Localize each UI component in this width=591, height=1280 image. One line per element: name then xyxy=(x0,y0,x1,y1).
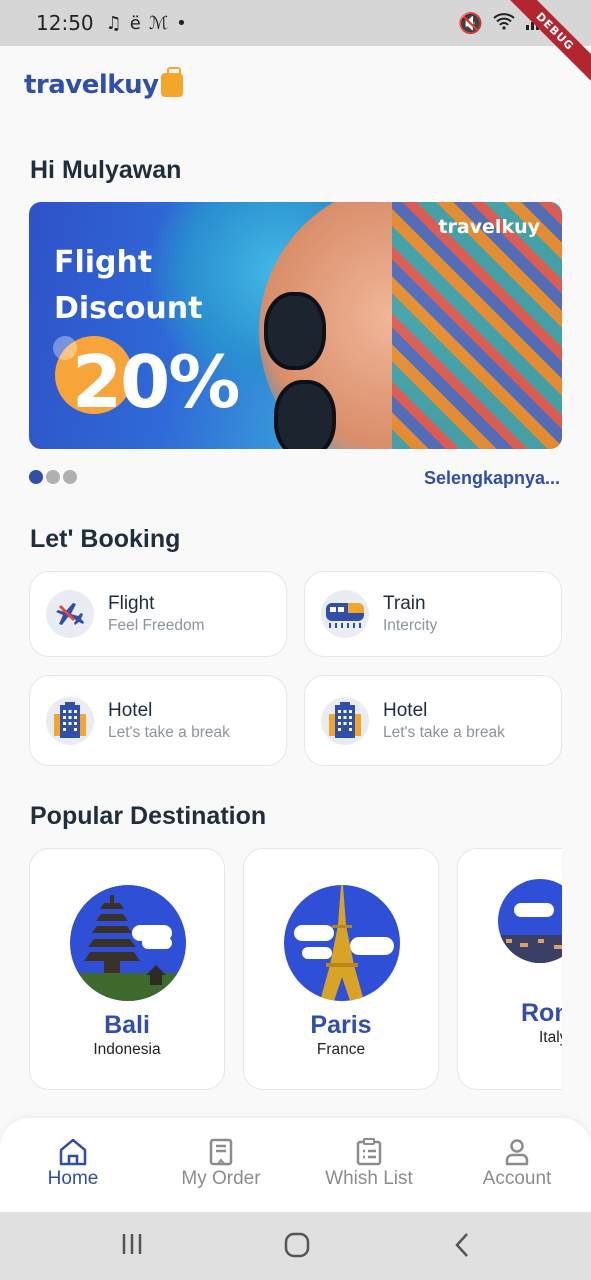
booking-section-title: Let' Booking xyxy=(30,525,181,553)
app-logo: travelkuy xyxy=(24,67,183,100)
booking-card-hotel[interactable]: Hotel Let's take a break xyxy=(29,675,287,766)
signal-icon xyxy=(525,11,543,35)
destination-country: France xyxy=(316,1041,366,1058)
popular-section-title: Popular Destination xyxy=(30,802,267,830)
home-system-button[interactable] xyxy=(284,1232,310,1263)
rome-city-image xyxy=(498,879,562,963)
booking-card-flight[interactable]: Flight Feel Freedom xyxy=(29,571,287,657)
carousel-indicator xyxy=(29,470,77,484)
destination-country: Indonesia xyxy=(93,1041,161,1058)
see-more-link[interactable]: Selengkapnya... xyxy=(424,468,560,489)
train-icon xyxy=(321,590,369,638)
system-status-icons: 🔇 xyxy=(458,11,543,35)
person-icon xyxy=(505,1139,529,1166)
destination-card-paris[interactable]: Paris France xyxy=(243,848,439,1090)
destination-name: Bali xyxy=(104,1011,150,1039)
system-navigation-bar xyxy=(0,1212,591,1280)
clipboard-list-icon xyxy=(356,1138,382,1166)
booking-card-hotel-2[interactable]: Hotel Let's take a break xyxy=(304,675,562,766)
carousel-dot[interactable] xyxy=(46,470,60,484)
destination-name: Paris xyxy=(310,1011,372,1039)
banner-title: Flight Discount xyxy=(54,245,203,326)
nav-account[interactable]: Account xyxy=(457,1138,577,1190)
destination-carousel[interactable]: Bali Indonesia Paris France Rome Italy xyxy=(29,848,562,1092)
notification-icons: ♫ ë ℳ • xyxy=(106,13,187,34)
back-button[interactable] xyxy=(452,1232,472,1263)
nav-wish-list[interactable]: Whish List xyxy=(309,1138,429,1190)
bali-temple-image xyxy=(70,885,186,1001)
carousel-dot[interactable] xyxy=(63,470,77,484)
mute-icon: 🔇 xyxy=(458,11,483,35)
promo-banner[interactable]: travelkuy Flight Discount 20% xyxy=(29,202,562,449)
banner-brand: travelkuy xyxy=(438,216,540,238)
nav-home[interactable]: Home xyxy=(13,1138,133,1190)
booking-card-train[interactable]: Train Intercity xyxy=(304,571,562,657)
carousel-dot[interactable] xyxy=(29,470,43,484)
nav-my-order[interactable]: My Order xyxy=(161,1138,281,1190)
more-dot-icon: • xyxy=(176,12,187,34)
suitcase-icon xyxy=(160,67,183,97)
home-icon xyxy=(59,1138,87,1166)
eiffel-tower-image xyxy=(284,885,400,1001)
destination-card-rome[interactable]: Rome Italy xyxy=(457,848,562,1090)
gmail-icon: ℳ xyxy=(148,12,169,34)
status-time: 12:50 xyxy=(36,11,94,35)
destination-card-bali[interactable]: Bali Indonesia xyxy=(29,848,225,1090)
airplane-icon xyxy=(46,590,94,638)
sunglasses-graphic xyxy=(254,262,344,449)
destination-name: Rome xyxy=(521,999,562,1027)
greeting: Hi Mulyawan xyxy=(30,156,182,184)
bottom-navigation: Home My Order Whish List Account xyxy=(0,1118,591,1212)
e-notification-icon: ë xyxy=(129,12,141,34)
wifi-icon xyxy=(493,11,515,35)
banner-percent: 20% xyxy=(72,340,240,424)
receipt-icon xyxy=(209,1138,233,1166)
hotel-icon xyxy=(321,696,369,745)
destination-country: Italy xyxy=(539,1029,562,1046)
status-bar: 12:50 ♫ ë ℳ • 🔇 xyxy=(0,0,591,46)
hotel-icon xyxy=(46,696,94,745)
logo-text: travelkuy xyxy=(24,70,159,100)
snapchat-icon: ♫ xyxy=(105,12,122,34)
recent-apps-button[interactable] xyxy=(120,1232,144,1261)
